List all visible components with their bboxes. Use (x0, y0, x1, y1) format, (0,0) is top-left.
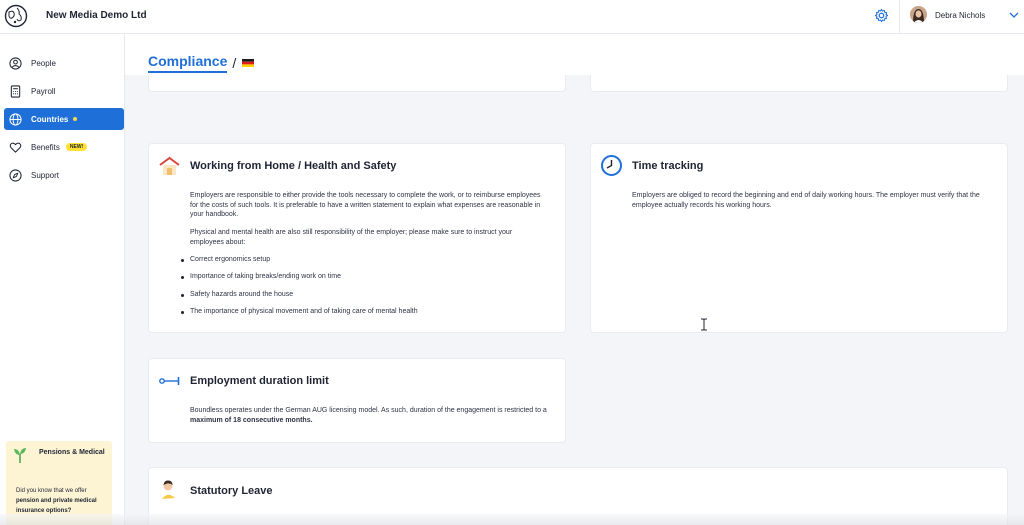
compass-icon (9, 168, 22, 182)
sidebar-item-label: Support (31, 170, 60, 180)
sidebar-item-label: Countries (31, 114, 69, 124)
globe-logo-icon[interactable] (4, 4, 28, 28)
sidebar-item-benefits[interactable]: Benefits NEW! (4, 136, 124, 158)
bullet-item: Safety hazards around the house (180, 291, 294, 298)
page-header: Compliance / (125, 34, 1024, 75)
card-paragraph: Boundless operates under the German AUG … (190, 407, 547, 424)
sidebar-item-support[interactable]: Support (4, 164, 124, 186)
person-circle-icon (9, 56, 22, 70)
globe-icon (9, 112, 22, 126)
notification-dot (73, 117, 78, 121)
heart-icon (9, 142, 22, 153)
clock-icon (601, 155, 622, 176)
card-title: Time tracking (632, 160, 704, 172)
card-title: Working from Home / Health and Safety (190, 160, 397, 172)
card-working-from-home: Working from Home / Health and Safety Em… (148, 143, 566, 333)
pensions-promo-card[interactable]: Pensions & Medical Did you know that we … (6, 441, 112, 525)
person-relaxing-icon (162, 480, 175, 499)
card-paragraph: Employers are responsible to either prov… (190, 192, 541, 218)
bullet-item: Importance of taking breaks/ending work … (181, 273, 341, 280)
card-paragraph: Employers are obliged to record the begi… (632, 192, 980, 209)
calculator-icon (10, 84, 21, 98)
topbar-divider (899, 0, 900, 34)
house-icon (159, 156, 180, 175)
chevron-down-icon[interactable] (1009, 11, 1019, 19)
germany-flag-icon (242, 59, 255, 67)
breadcrumb: Compliance / (148, 53, 255, 73)
promo-title: Pensions & Medical (39, 449, 105, 456)
bullet-item: Correct ergonomics setup (180, 256, 271, 263)
company-name: New Media Demo Ltd (46, 10, 147, 21)
avatar[interactable] (910, 6, 927, 23)
card-employment-duration: Employment duration limit Boundless oper… (148, 358, 566, 443)
sidebar-item-label: People (31, 58, 56, 68)
sidebar-item-payroll[interactable]: Payroll (4, 80, 124, 102)
card-title: Employment duration limit (190, 375, 329, 387)
duration-bar-icon (159, 377, 180, 385)
page-title[interactable]: Compliance (148, 53, 228, 73)
breadcrumb-separator: / (232, 55, 237, 71)
card-partial (148, 75, 566, 92)
sidebar-item-label: Benefits (31, 142, 60, 152)
new-badge: NEW! (65, 143, 88, 151)
sidebar-item-countries[interactable]: Countries (4, 108, 124, 130)
card-title: Statutory Leave (190, 485, 273, 497)
top-bar: New Media Demo Ltd Debra Nichols (0, 0, 1024, 34)
card-partial (590, 75, 1008, 92)
gear-icon[interactable] (874, 8, 889, 23)
card-time-tracking: Time tracking Employers are obliged to r… (590, 143, 1008, 333)
promo-body: Did you know that we offer pension and p… (16, 488, 97, 514)
sprout-icon (14, 448, 26, 463)
user-name[interactable]: Debra Nichols (935, 11, 985, 20)
text-cursor-icon (701, 318, 707, 331)
bullet-item: The importance of physical movement and … (181, 308, 418, 315)
bottom-fade (0, 514, 1024, 525)
card-paragraph: Physical and mental health are also stil… (190, 229, 513, 246)
sidebar-item-label: Payroll (31, 86, 56, 96)
sidebar-item-people[interactable]: People (4, 52, 124, 74)
